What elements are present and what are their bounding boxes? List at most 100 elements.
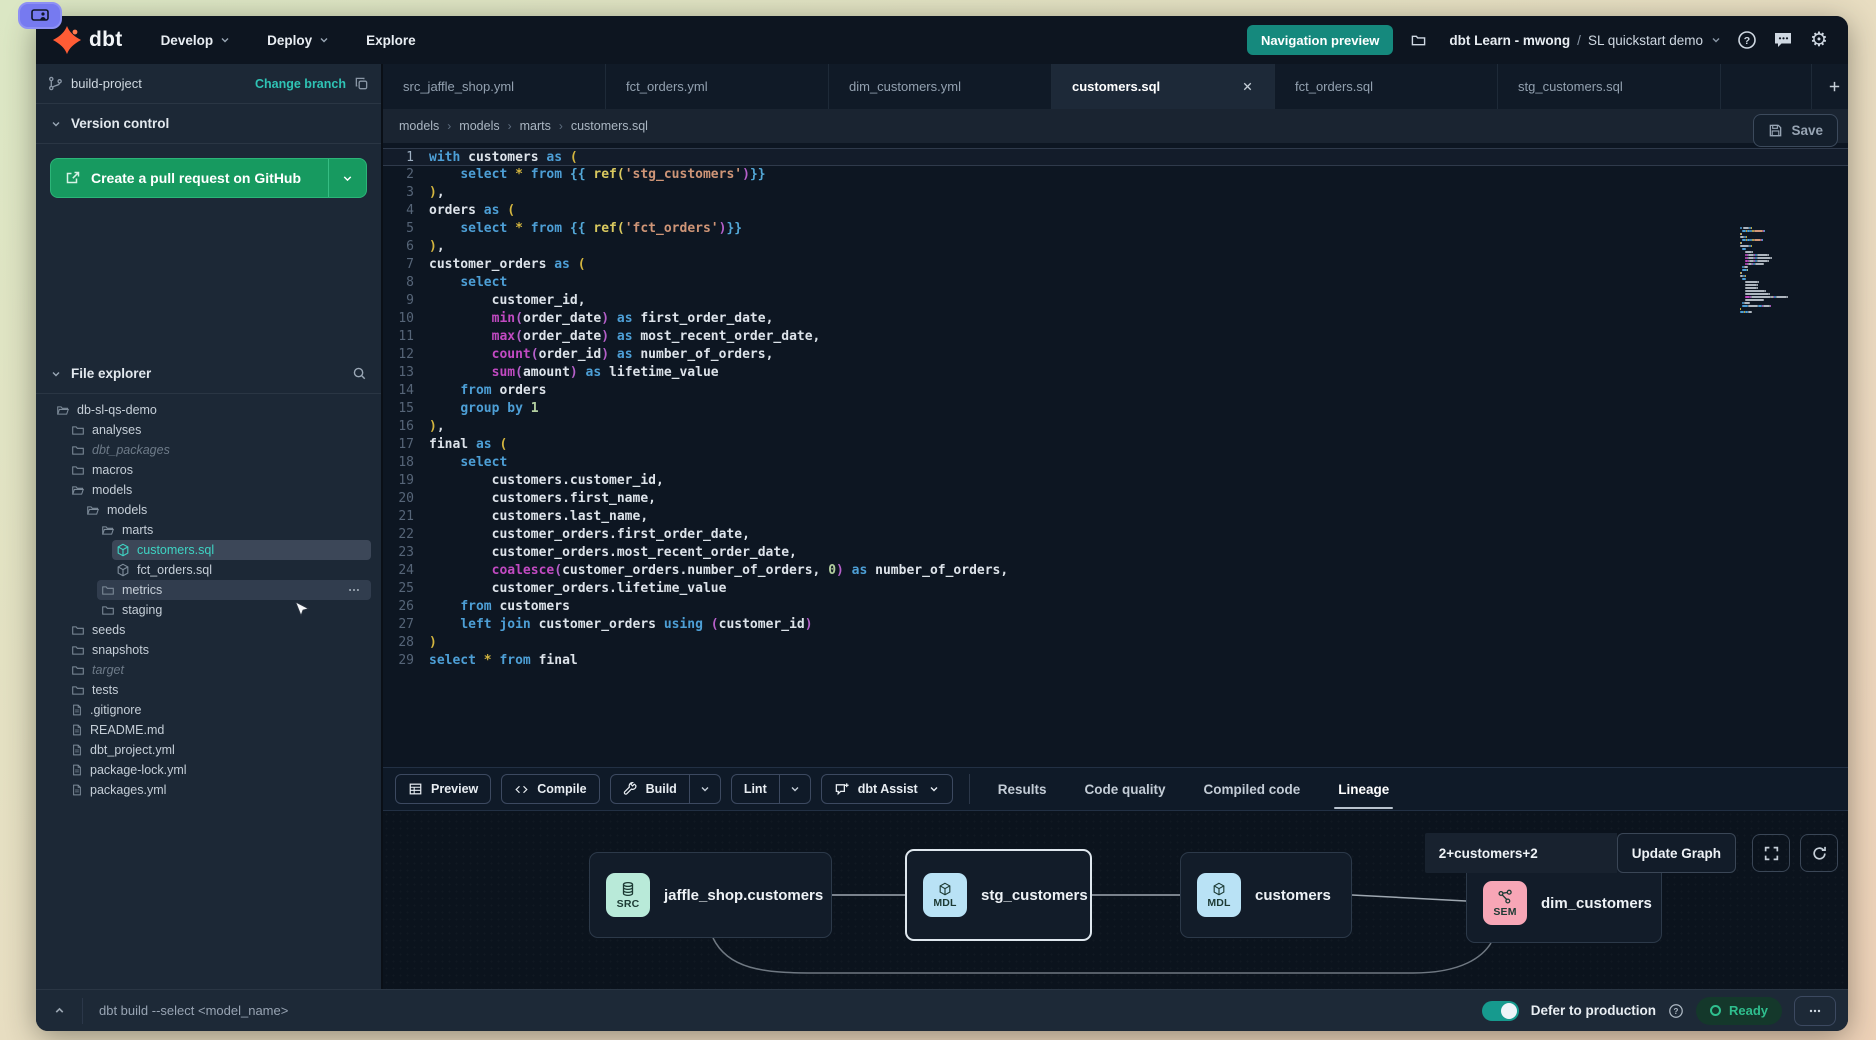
code-line-14[interactable]: 14 from orders: [383, 382, 1848, 400]
code-line-13[interactable]: 13 sum(amount) as lifetime_value: [383, 364, 1848, 382]
menu-explore[interactable]: Explore: [366, 33, 416, 48]
code-line-5[interactable]: 5 select * from {{ ref('fct_orders')}}: [383, 220, 1848, 238]
code-line-26[interactable]: 26 from customers: [383, 598, 1848, 616]
refresh-icon[interactable]: [1800, 834, 1838, 872]
tree-item-dbt_packages[interactable]: dbt_packages: [36, 440, 381, 460]
collapse-panel-button[interactable]: [36, 990, 82, 1031]
code-line-20[interactable]: 20 customers.first_name,: [383, 490, 1848, 508]
tree-item-package-lock.yml[interactable]: package-lock.yml: [36, 760, 381, 780]
panel-tab-results[interactable]: Results: [998, 768, 1047, 810]
code-line-21[interactable]: 21 customers.last_name,: [383, 508, 1848, 526]
code-line-27[interactable]: 27 left join customer_orders using (cust…: [383, 616, 1848, 634]
tree-item-analyses[interactable]: analyses: [36, 420, 381, 440]
code-line-10[interactable]: 10 min(order_date) as first_order_date,: [383, 310, 1848, 328]
update-graph-button[interactable]: Update Graph: [1617, 833, 1736, 873]
close-tab-icon[interactable]: [1241, 80, 1254, 93]
panel-tab-lineage[interactable]: Lineage: [1338, 768, 1389, 810]
tree-item-customers.sql[interactable]: customers.sql: [36, 540, 381, 560]
compile-button[interactable]: Compile: [501, 774, 599, 804]
lineage-node-dim_customers[interactable]: SEMdim_customers: [1466, 863, 1662, 943]
code-line-19[interactable]: 19 customers.customer_id,: [383, 472, 1848, 490]
lineage-canvas[interactable]: SRCjaffle_shop.customers MDLstg_customers…: [383, 811, 1848, 989]
tree-item-fct_orders.sql[interactable]: fct_orders.sql: [36, 560, 381, 580]
copy-icon[interactable]: [354, 76, 369, 91]
tree-item-seeds[interactable]: seeds: [36, 620, 381, 640]
code-line-15[interactable]: 15 group by 1: [383, 400, 1848, 418]
tree-item-.gitignore[interactable]: .gitignore: [36, 700, 381, 720]
code-line-1[interactable]: 1with customers as (: [383, 148, 1848, 166]
tree-item-marts[interactable]: marts: [36, 520, 381, 540]
code-line-22[interactable]: 22 customer_orders.first_order_date,: [383, 526, 1848, 544]
code-line-28[interactable]: 28): [383, 634, 1848, 652]
lineage-node-jaffle_shop.customers[interactable]: SRCjaffle_shop.customers: [589, 852, 832, 938]
code-editor[interactable]: 1with customers as (2 select * from {{ r…: [383, 143, 1848, 767]
breadcrumb-segment[interactable]: customers.sql: [571, 119, 648, 133]
overflow-menu-button[interactable]: [1794, 996, 1836, 1026]
code-line-16[interactable]: 16),: [383, 418, 1848, 436]
minimap[interactable]: [1740, 227, 1808, 314]
breadcrumb-segment[interactable]: models: [399, 119, 439, 133]
code-line-3[interactable]: 3),: [383, 184, 1848, 202]
tree-item-models[interactable]: models: [36, 500, 381, 520]
command-input[interactable]: dbt build --select <model_name>: [99, 1003, 1482, 1018]
tree-item-packages.yml[interactable]: packages.yml: [36, 780, 381, 800]
build-button[interactable]: Build: [610, 774, 721, 804]
item-menu-icon[interactable]: [347, 583, 367, 597]
lineage-node-customers[interactable]: MDLcustomers: [1180, 852, 1352, 938]
lineage-selector-input[interactable]: 2+customers+2: [1425, 833, 1617, 873]
status-badge[interactable]: Ready: [1696, 997, 1782, 1025]
tab-dim_customers.yml[interactable]: dim_customers.yml: [829, 64, 1052, 109]
save-button[interactable]: Save: [1753, 114, 1838, 147]
settings-gear-icon[interactable]: ⚙: [1808, 29, 1830, 51]
tab-fct_orders.yml[interactable]: fct_orders.yml: [606, 64, 829, 109]
tab-src_jaffle_shop.yml[interactable]: src_jaffle_shop.yml: [383, 64, 606, 109]
lineage-node-stg_customers[interactable]: MDLstg_customers: [905, 849, 1092, 941]
panel-tab-compiled-code[interactable]: Compiled code: [1204, 768, 1301, 810]
preview-button[interactable]: Preview: [395, 774, 491, 804]
tree-item-README.md[interactable]: README.md: [36, 720, 381, 740]
tree-item-staging[interactable]: staging: [36, 600, 381, 620]
code-line-7[interactable]: 7customer_orders as (: [383, 256, 1848, 274]
menu-deploy[interactable]: Deploy: [267, 33, 330, 48]
new-tab-button[interactable]: [1812, 64, 1848, 109]
search-icon[interactable]: [352, 366, 367, 381]
tab-stg_customers.sql[interactable]: stg_customers.sql: [1498, 64, 1721, 109]
code-line-18[interactable]: 18 select: [383, 454, 1848, 472]
code-line-12[interactable]: 12 count(order_id) as number_of_orders,: [383, 346, 1848, 364]
tree-item-tests[interactable]: tests: [36, 680, 381, 700]
dbt-logo[interactable]: dbt: [52, 25, 123, 55]
code-line-4[interactable]: 4orders as (: [383, 202, 1848, 220]
defer-toggle[interactable]: [1482, 1001, 1519, 1021]
tree-item-target[interactable]: target: [36, 660, 381, 680]
menu-develop[interactable]: Develop: [161, 33, 232, 48]
panel-tab-code-quality[interactable]: Code quality: [1085, 768, 1166, 810]
version-control-header[interactable]: Version control: [36, 104, 381, 144]
defer-help-icon[interactable]: ?: [1668, 1003, 1684, 1019]
project-breadcrumb[interactable]: dbt Learn - mwong / SL quickstart demo: [1449, 33, 1722, 48]
create-pr-button[interactable]: Create a pull request on GitHub: [50, 158, 367, 198]
breadcrumb-segment[interactable]: marts: [520, 119, 551, 133]
dropdown-caret[interactable]: [779, 775, 810, 803]
navigation-preview-button[interactable]: Navigation preview: [1247, 25, 1393, 55]
pr-dropdown-caret[interactable]: [328, 159, 366, 197]
tree-item-models[interactable]: models: [36, 480, 381, 500]
code-line-2[interactable]: 2 select * from {{ ref('stg_customers')}…: [383, 166, 1848, 184]
file-explorer-header[interactable]: File explorer: [36, 354, 381, 394]
feedback-icon[interactable]: [1772, 29, 1794, 51]
code-line-23[interactable]: 23 customer_orders.most_recent_order_dat…: [383, 544, 1848, 562]
fullscreen-icon[interactable]: [1752, 834, 1790, 872]
tab-customers.sql[interactable]: customers.sql: [1052, 64, 1275, 109]
code-line-6[interactable]: 6),: [383, 238, 1848, 256]
tree-item-snapshots[interactable]: snapshots: [36, 640, 381, 660]
tree-item-macros[interactable]: macros: [36, 460, 381, 480]
code-line-9[interactable]: 9 customer_id,: [383, 292, 1848, 310]
code-line-11[interactable]: 11 max(order_date) as most_recent_order_…: [383, 328, 1848, 346]
tab-fct_orders.sql[interactable]: fct_orders.sql: [1275, 64, 1498, 109]
dbt-assist-button[interactable]: dbt Assist: [821, 774, 953, 804]
dropdown-caret[interactable]: [689, 775, 720, 803]
lint-button[interactable]: Lint: [731, 774, 811, 804]
code-line-29[interactable]: 29select * from final: [383, 652, 1848, 670]
code-line-25[interactable]: 25 customer_orders.lifetime_value: [383, 580, 1848, 598]
code-line-8[interactable]: 8 select: [383, 274, 1848, 292]
code-line-17[interactable]: 17final as (: [383, 436, 1848, 454]
